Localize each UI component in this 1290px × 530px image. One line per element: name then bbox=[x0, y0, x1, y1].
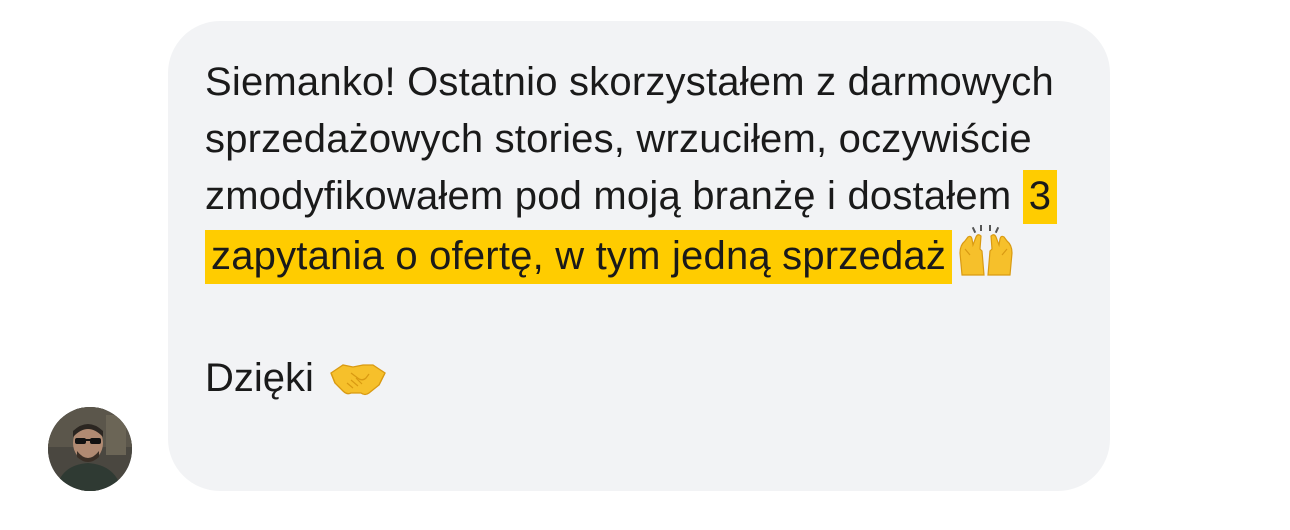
sender-avatar[interactable] bbox=[48, 407, 132, 491]
closing-text: Dzięki bbox=[205, 350, 1080, 415]
message-bubble[interactable]: Siemanko! Ostatnio skorzystałem z darmow… bbox=[168, 21, 1110, 491]
closing-text-label: Dzięki bbox=[205, 356, 314, 400]
message-row: Siemanko! Ostatnio skorzystałem z darmow… bbox=[0, 0, 1290, 530]
message-text: Siemanko! Ostatnio skorzystałem z darmow… bbox=[205, 54, 1085, 293]
message-text-main: Siemanko! Ostatnio skorzystałem z darmow… bbox=[205, 60, 1054, 218]
raising-hands-icon bbox=[956, 225, 1016, 293]
handshake-icon bbox=[329, 358, 387, 415]
avatar-photo bbox=[48, 407, 132, 491]
